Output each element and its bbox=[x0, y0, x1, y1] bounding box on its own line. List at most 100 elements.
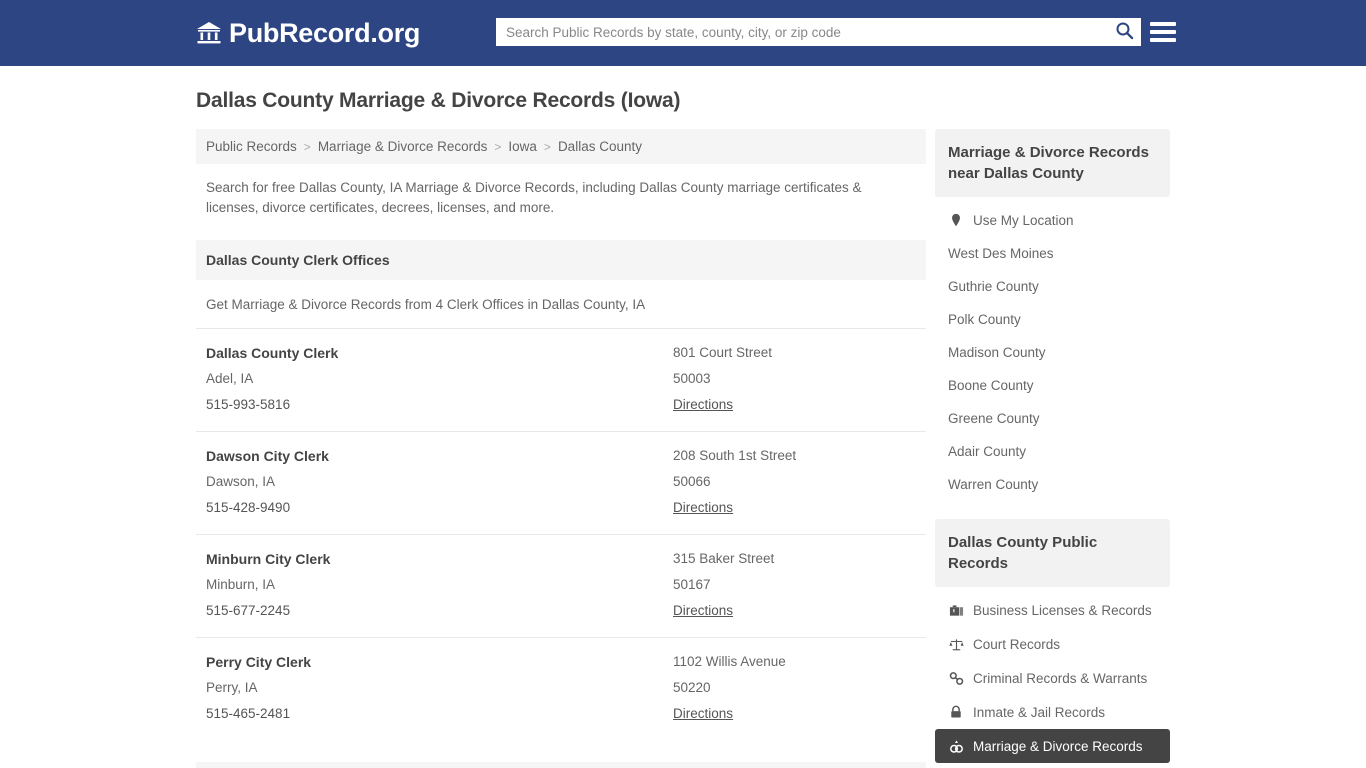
search-icon bbox=[1115, 21, 1134, 43]
sidebar-record-item-inmate-jail-records[interactable]: Inmate & Jail Records bbox=[935, 695, 1170, 729]
office-info: Dawson City Clerk Dawson, IA 515-428-9490 bbox=[206, 443, 673, 521]
briefcase-icon bbox=[948, 602, 964, 618]
section: Dallas County Clerk Offices Get Marriage … bbox=[196, 240, 926, 740]
sidebar-item-label: Marriage & Divorce Records bbox=[973, 738, 1143, 754]
office-name[interactable]: Dawson City Clerk bbox=[206, 443, 673, 469]
sidebar-item-label: Criminal Records & Warrants bbox=[973, 670, 1148, 686]
office-city-state: Perry, IA bbox=[206, 680, 258, 695]
sidebar-item-label: Polk County bbox=[948, 312, 1021, 327]
office-row: Dallas County Clerk Adel, IA 515-993-5816 8… bbox=[196, 328, 926, 431]
office-info: Minburn City Clerk Minburn, IA 515-677-224… bbox=[206, 546, 673, 624]
section-heading: Dallas County Clerk Offices bbox=[196, 240, 926, 280]
sidebar-records-heading: Dallas County Public Records bbox=[935, 519, 1170, 587]
office-street: 208 South 1st Street bbox=[673, 448, 797, 463]
location-pin-icon bbox=[948, 212, 964, 228]
breadcrumb-separator: > bbox=[543, 139, 551, 154]
office-phone: 515-428-9490 bbox=[206, 500, 291, 515]
sidebar-item-label: Madison County bbox=[948, 345, 1046, 360]
sections-container: Dallas County Clerk Offices Get Marriage … bbox=[196, 240, 926, 768]
bank-icon bbox=[196, 20, 222, 46]
office-city-state: Dawson, IA bbox=[206, 474, 276, 489]
sidebar-item-label: Boone County bbox=[948, 378, 1034, 393]
sidebar-nearby-item-west-des-moines[interactable]: West Des Moines bbox=[935, 237, 1170, 270]
office-address: 208 South 1st Street 50066 Directions bbox=[673, 443, 916, 521]
sidebar-nearby-item-warren-county[interactable]: Warren County bbox=[935, 468, 1170, 501]
sidebar-records-list: Business Licenses & Records Court Records… bbox=[935, 593, 1170, 763]
office-phone: 515-993-5816 bbox=[206, 397, 291, 412]
directions-link[interactable]: Directions bbox=[673, 495, 733, 521]
site-header: PubRecord.org bbox=[0, 0, 1366, 66]
sidebar-nearby-item-polk-county[interactable]: Polk County bbox=[935, 303, 1170, 336]
office-zip: 50066 bbox=[673, 474, 711, 489]
sidebar-nearby-item-boone-county[interactable]: Boone County bbox=[935, 369, 1170, 402]
office-row: Dawson City Clerk Dawson, IA 515-428-9490 2… bbox=[196, 431, 926, 534]
sidebar-item-label: Greene County bbox=[948, 411, 1040, 426]
breadcrumb-separator: > bbox=[494, 139, 502, 154]
sidebar-record-item-marriage-divorce-records[interactable]: Marriage & Divorce Records bbox=[935, 729, 1170, 763]
section-subtitle: Get Marriage & Divorce Records from 4 Cl… bbox=[206, 297, 646, 312]
brand-name: PubRecord.org bbox=[229, 17, 421, 48]
lock-icon bbox=[948, 704, 964, 720]
office-street: 1102 Willis Avenue bbox=[673, 654, 786, 669]
site-logo[interactable]: PubRecord.org bbox=[196, 18, 420, 49]
breadcrumb-item-4: Dallas County bbox=[557, 139, 642, 154]
office-phone: 515-465-2481 bbox=[206, 706, 291, 721]
breadcrumb-item-1[interactable]: Public Records bbox=[206, 139, 297, 154]
search-input[interactable] bbox=[496, 18, 1107, 46]
office-directions-wrap: Directions bbox=[673, 701, 916, 727]
office-zip: 50220 bbox=[673, 680, 711, 695]
sidebar-item-label: Inmate & Jail Records bbox=[973, 704, 1106, 720]
breadcrumb-item-3[interactable]: Iowa bbox=[508, 139, 537, 154]
search-button[interactable] bbox=[1107, 18, 1141, 46]
office-name[interactable]: Minburn City Clerk bbox=[206, 546, 673, 572]
office-name[interactable]: Perry City Clerk bbox=[206, 649, 673, 675]
page-title: Dallas County Marriage & Divorce Records… bbox=[196, 89, 681, 112]
directions-link[interactable]: Directions bbox=[673, 598, 733, 624]
office-directions-wrap: Directions bbox=[673, 495, 916, 521]
breadcrumb-separator: > bbox=[303, 139, 311, 154]
directions-link[interactable]: Directions bbox=[673, 392, 733, 418]
office-info: Dallas County Clerk Adel, IA 515-993-5816 bbox=[206, 340, 673, 418]
directions-link[interactable]: Directions bbox=[673, 701, 733, 727]
page-intro: Search for free Dallas County, IA Marria… bbox=[206, 180, 862, 215]
office-street: 315 Baker Street bbox=[673, 551, 775, 566]
sidebar-item-label: West Des Moines bbox=[948, 246, 1054, 261]
sidebar-nearby-item-use-my-location[interactable]: Use My Location bbox=[935, 203, 1170, 237]
office-directions-wrap: Directions bbox=[673, 392, 916, 418]
rings-icon bbox=[948, 738, 964, 754]
sidebar-item-label: Warren County bbox=[948, 477, 1039, 492]
hamburger-menu-icon[interactable] bbox=[1150, 18, 1176, 46]
office-city-state: Minburn, IA bbox=[206, 577, 276, 592]
sidebar-item-label: Adair County bbox=[948, 444, 1027, 459]
sidebar-record-item-court-records[interactable]: Court Records bbox=[935, 627, 1170, 661]
sidebar-item-label: Business Licenses & Records bbox=[973, 602, 1152, 618]
main-column: Public Records > Marriage & Divorce Record… bbox=[196, 129, 926, 768]
office-row: Minburn City Clerk Minburn, IA 515-677-224… bbox=[196, 534, 926, 637]
scales-icon bbox=[948, 636, 964, 652]
office-phone: 515-677-2245 bbox=[206, 603, 291, 618]
sidebar-nearby-heading: Marriage & Divorce Records near Dallas C… bbox=[935, 129, 1170, 197]
sidebar: Marriage & Divorce Records near Dallas C… bbox=[935, 129, 1170, 768]
breadcrumb: Public Records > Marriage & Divorce Record… bbox=[196, 129, 926, 164]
content-layout: Public Records > Marriage & Divorce Record… bbox=[196, 129, 1170, 768]
office-info: Perry City Clerk Perry, IA 515-465-2481 bbox=[206, 649, 673, 727]
sidebar-item-label: Use My Location bbox=[973, 212, 1074, 228]
sidebar-record-item-business-licenses-records[interactable]: Business Licenses & Records bbox=[935, 593, 1170, 627]
sidebar-nearby-item-guthrie-county[interactable]: Guthrie County bbox=[935, 270, 1170, 303]
office-directions-wrap: Directions bbox=[673, 598, 916, 624]
sidebar-nearby-item-greene-county[interactable]: Greene County bbox=[935, 402, 1170, 435]
sidebar-nearby-item-madison-county[interactable]: Madison County bbox=[935, 336, 1170, 369]
sidebar-nearby-list: Use My Location West Des Moines Guthrie Co… bbox=[935, 203, 1170, 501]
office-street: 801 Court Street bbox=[673, 345, 773, 360]
sidebar-nearby-item-adair-county[interactable]: Adair County bbox=[935, 435, 1170, 468]
sidebar-record-item-criminal-records-warrants[interactable]: Criminal Records & Warrants bbox=[935, 661, 1170, 695]
page-container: Dallas County Marriage & Divorce Records… bbox=[0, 89, 1366, 768]
section: Dallas County Town & City HallsGet Marri… bbox=[196, 762, 926, 768]
office-row: Perry City Clerk Perry, IA 515-465-2481 110… bbox=[196, 637, 926, 740]
office-address: 315 Baker Street 50167 Directions bbox=[673, 546, 916, 624]
office-name[interactable]: Dallas County Clerk bbox=[206, 340, 673, 366]
breadcrumb-item-2[interactable]: Marriage & Divorce Records bbox=[318, 139, 488, 154]
handcuffs-icon bbox=[948, 670, 964, 686]
office-zip: 50167 bbox=[673, 577, 711, 592]
sidebar-item-label: Guthrie County bbox=[948, 279, 1039, 294]
